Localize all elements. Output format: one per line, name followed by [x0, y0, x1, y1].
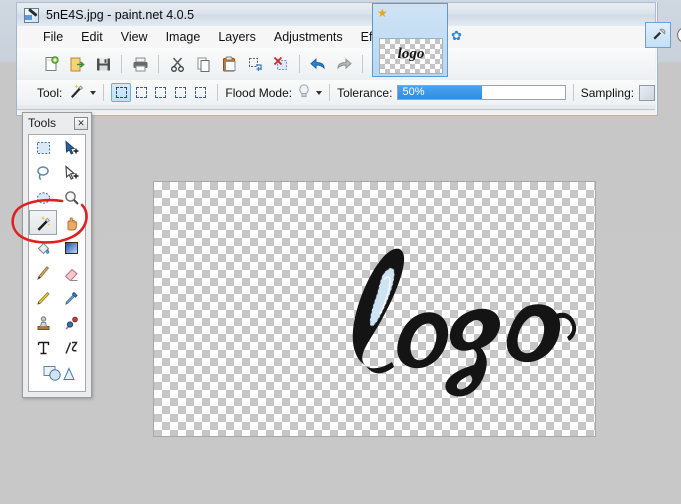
options-separator	[217, 84, 218, 101]
tolerance-value: 50%	[402, 86, 424, 99]
tools-grid	[28, 134, 86, 392]
menu-edit[interactable]: Edit	[72, 28, 112, 46]
flood-mode-label: Flood Mode:	[225, 86, 292, 100]
thumbnail-logo-text: logo	[380, 46, 442, 63]
cut-icon[interactable]	[165, 52, 189, 76]
menu-bar: File Edit View Image Layers Adjustments …	[17, 26, 655, 48]
title-bar[interactable]: 5nE4S.jpg - paint.net 4.0.5	[16, 2, 656, 26]
pencil-tool[interactable]	[29, 285, 57, 310]
gradient-tool[interactable]	[57, 235, 85, 260]
menu-image[interactable]: Image	[157, 28, 210, 46]
crop-to-selection-icon[interactable]	[243, 52, 267, 76]
selection-mode-intersect[interactable]	[191, 83, 211, 102]
image-canvas[interactable]	[153, 181, 596, 437]
open-image-icon[interactable]	[65, 52, 89, 76]
star-icon: ★	[377, 7, 389, 19]
tool-label: Tool:	[37, 86, 62, 100]
flood-mode-caret[interactable]	[316, 91, 322, 95]
move-selection-tool[interactable]	[57, 160, 85, 185]
print-icon[interactable]	[128, 52, 152, 76]
copy-icon[interactable]	[191, 52, 215, 76]
paintnet-icon	[23, 7, 39, 23]
paste-icon[interactable]	[217, 52, 241, 76]
sampling-layer-icon[interactable]	[639, 85, 655, 101]
window-title: 5nE4S.jpg - paint.net 4.0.5	[46, 8, 194, 22]
ellipse-select-tool[interactable]	[29, 185, 57, 210]
toolbar-separator	[158, 55, 159, 73]
color-picker-tool[interactable]	[57, 285, 85, 310]
tools-panel-title: Tools	[28, 116, 56, 130]
selection-mode-exclude[interactable]	[151, 83, 171, 102]
tool-dropdown-caret[interactable]	[90, 91, 96, 95]
settings-hammer-icon[interactable]	[645, 22, 671, 48]
menu-adjustments[interactable]: Adjustments	[265, 28, 352, 46]
toolbar-separator	[299, 55, 300, 73]
magic-wand-icon[interactable]	[67, 83, 85, 102]
logo-artwork	[322, 236, 582, 401]
menu-layers[interactable]: Layers	[209, 28, 265, 46]
paint-bucket-tool[interactable]	[29, 235, 57, 260]
sampling-label: Sampling:	[581, 86, 634, 100]
selection-mode-union[interactable]	[131, 83, 151, 102]
magic-wand-tool[interactable]	[29, 210, 57, 235]
save-icon[interactable]	[91, 52, 115, 76]
tolerance-label: Tolerance:	[337, 86, 392, 100]
close-icon[interactable]: ✕	[74, 117, 88, 130]
window-bottom-edge	[17, 105, 655, 110]
line-curve-tool[interactable]	[57, 335, 85, 360]
selection-mode-replace[interactable]	[111, 83, 131, 102]
selection-mode-xor[interactable]	[171, 83, 191, 102]
thumbnail-badge-icon: ✿	[451, 28, 469, 42]
rectangle-select-tool[interactable]	[29, 135, 57, 160]
image-thumbnail[interactable]: logo	[379, 38, 443, 74]
options-separator	[103, 84, 104, 101]
eraser-tool[interactable]	[57, 260, 85, 285]
zoom-tool[interactable]	[57, 185, 85, 210]
tool-options-bar: Tool: Flood Mode: Tolerance: 50% Samplin…	[17, 80, 655, 105]
toolbar-separator	[121, 55, 122, 73]
options-separator	[573, 84, 574, 101]
main-toolbar	[17, 48, 655, 80]
shapes-tool[interactable]	[29, 360, 85, 385]
tools-panel: Tools ✕	[22, 112, 92, 398]
menu-view[interactable]: View	[112, 28, 157, 46]
options-separator	[329, 84, 330, 101]
flood-local-icon[interactable]	[297, 83, 311, 102]
text-tool[interactable]	[29, 335, 57, 360]
pan-tool[interactable]	[57, 210, 85, 235]
toolbar-separator	[362, 55, 363, 73]
menu-file[interactable]: File	[34, 28, 72, 46]
lasso-select-tool[interactable]	[29, 160, 57, 185]
history-clock-icon[interactable]	[672, 22, 681, 48]
image-thumbnail-tab[interactable]: ★ logo	[372, 3, 448, 77]
paintbrush-tool[interactable]	[29, 260, 57, 285]
tools-panel-header[interactable]: Tools ✕	[23, 113, 91, 133]
move-selected-pixels-tool[interactable]	[57, 135, 85, 160]
undo-icon[interactable]	[306, 52, 330, 76]
new-image-icon[interactable]	[39, 52, 63, 76]
recolor-tool[interactable]	[57, 310, 85, 335]
tolerance-slider[interactable]: 50%	[397, 85, 565, 100]
redo-icon[interactable]	[332, 52, 356, 76]
deselect-all-icon[interactable]	[269, 52, 293, 76]
clone-stamp-tool[interactable]	[29, 310, 57, 335]
screen-root: blurred caption text blurred window text…	[0, 0, 681, 504]
